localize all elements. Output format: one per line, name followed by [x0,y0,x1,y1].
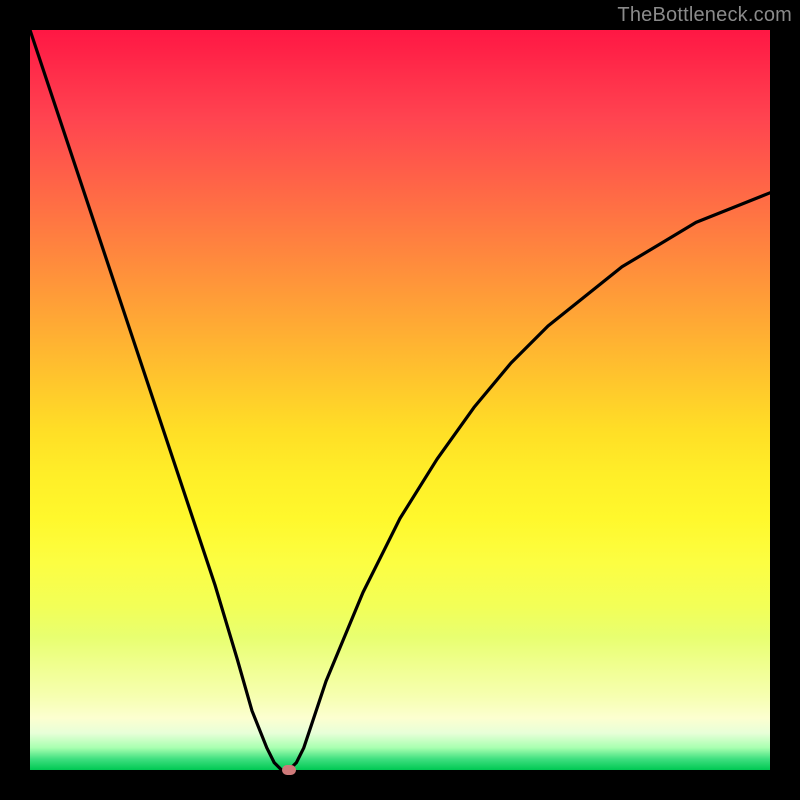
curve-path [30,30,770,770]
optimum-marker [282,765,296,775]
watermark-text: TheBottleneck.com [617,4,792,27]
plot-area [30,30,770,770]
chart-frame: TheBottleneck.com [0,0,800,800]
bottleneck-curve [30,30,770,770]
